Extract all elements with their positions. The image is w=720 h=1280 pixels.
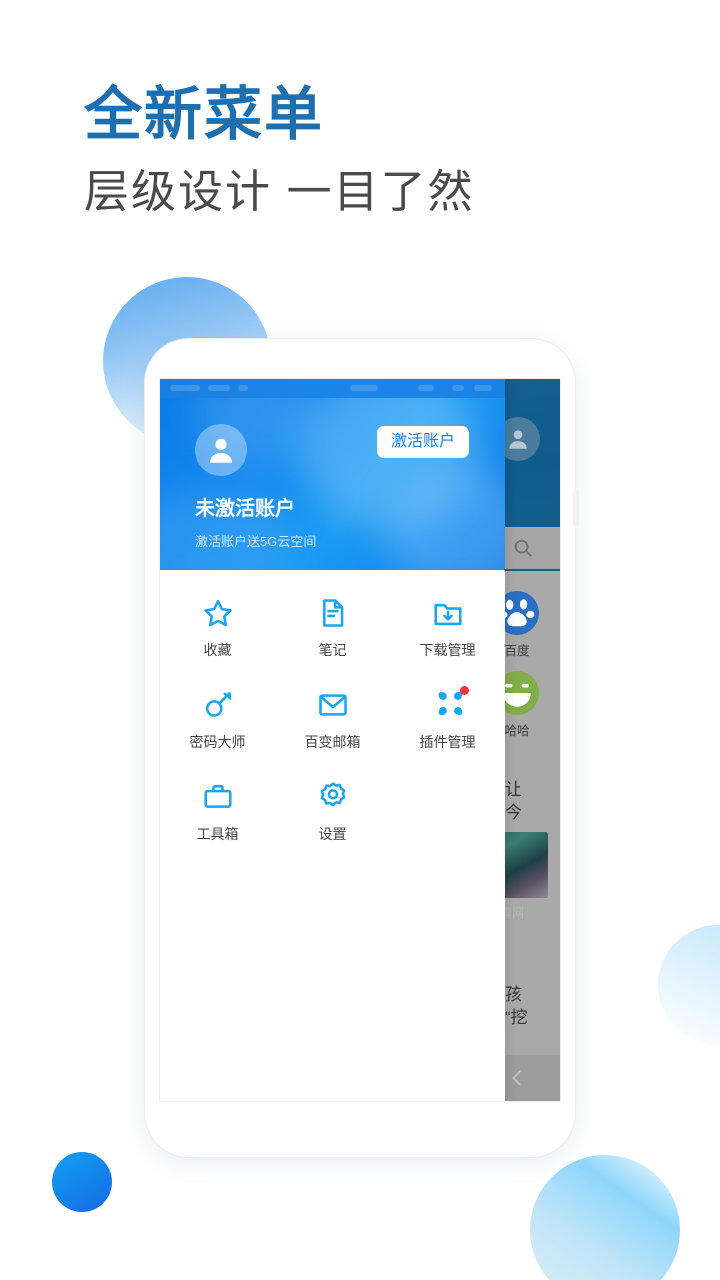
status-bar	[160, 379, 505, 398]
menu-item-label: 密码大师	[189, 734, 246, 750]
headline-title: 全新菜单	[84, 82, 325, 147]
plugin-badge	[459, 686, 469, 695]
headline-subtitle: 层级设计 一目了然	[84, 165, 475, 217]
background-shortcut-label: 百度	[504, 644, 530, 658]
account-header: 激活账户 未激活账户 激活账户送5G云空间	[160, 398, 505, 570]
menu-item-plugins[interactable]: 插件管理	[390, 686, 505, 752]
menu-item-label: 百变邮箱	[304, 734, 361, 750]
phone-side-button[interactable]	[573, 489, 579, 527]
phone-screen: 百度 哈哈 曾让 如今 北青网 女孩 助“挖 激活账户 未激活账户 激活账户送5…	[159, 378, 561, 1102]
phone-mockup: 百度 哈哈 曾让 如今 北青网 女孩 助“挖 激活账户 未激活账户 激活账户送5…	[145, 339, 579, 1157]
avatar[interactable]	[195, 424, 247, 476]
headline-block: 全新菜单 层级设计 一目了然	[84, 82, 475, 221]
menu-item-notes[interactable]: 笔记	[275, 596, 390, 660]
menu-item-label: 工具箱	[196, 826, 239, 842]
star-icon	[201, 596, 235, 630]
chevron-left-icon[interactable]	[506, 1067, 528, 1089]
person-icon	[509, 430, 527, 449]
person-icon	[209, 438, 233, 463]
menu-item-downloads[interactable]: 下载管理	[390, 596, 505, 660]
menu-item-toolbox[interactable]: 工具箱	[160, 780, 275, 844]
menu-item-favorites[interactable]: 收藏	[160, 596, 275, 660]
decorative-circle-right-edge	[658, 925, 720, 1045]
note-icon	[316, 596, 350, 630]
menu-item-mailbox[interactable]: 百变邮箱	[275, 688, 390, 752]
toolbox-icon	[201, 780, 235, 814]
account-description: 激活账户送5G云空间	[195, 534, 317, 549]
key-icon	[201, 688, 235, 722]
gear-icon	[316, 780, 350, 814]
menu-item-label: 设置	[318, 826, 347, 842]
plugin-icon	[431, 686, 469, 722]
menu-item-label: 下载管理	[419, 642, 476, 658]
menu-item-settings[interactable]: 设置	[275, 780, 390, 844]
background-shortcut-label: 哈哈	[504, 724, 530, 738]
envelope-icon	[316, 688, 350, 722]
activate-account-button[interactable]: 激活账户	[376, 426, 469, 458]
decorative-circle-bottom-right	[530, 1155, 680, 1280]
decorative-circle-bottom-left	[52, 1152, 112, 1212]
menu-drawer: 激活账户 未激活账户 激活账户送5G云空间 收藏 笔记 下载管理 密码大师 百变…	[160, 379, 505, 1101]
menu-item-label: 笔记	[318, 642, 347, 658]
menu-grid: 收藏 笔记 下载管理 密码大师 百变邮箱 插件管理 工具箱 设置	[160, 570, 505, 844]
menu-item-label: 收藏	[203, 642, 232, 658]
account-name: 未激活账户	[195, 498, 295, 520]
menu-item-label: 插件管理	[419, 734, 476, 750]
menu-item-password-master[interactable]: 密码大师	[160, 688, 275, 752]
download-folder-icon	[431, 596, 465, 630]
promo-screenshot: 全新菜单 层级设计 一目了然 百度 哈哈 曾让 如今 北青网 女孩 助“挖 激活…	[0, 0, 720, 1280]
search-icon	[514, 539, 532, 557]
